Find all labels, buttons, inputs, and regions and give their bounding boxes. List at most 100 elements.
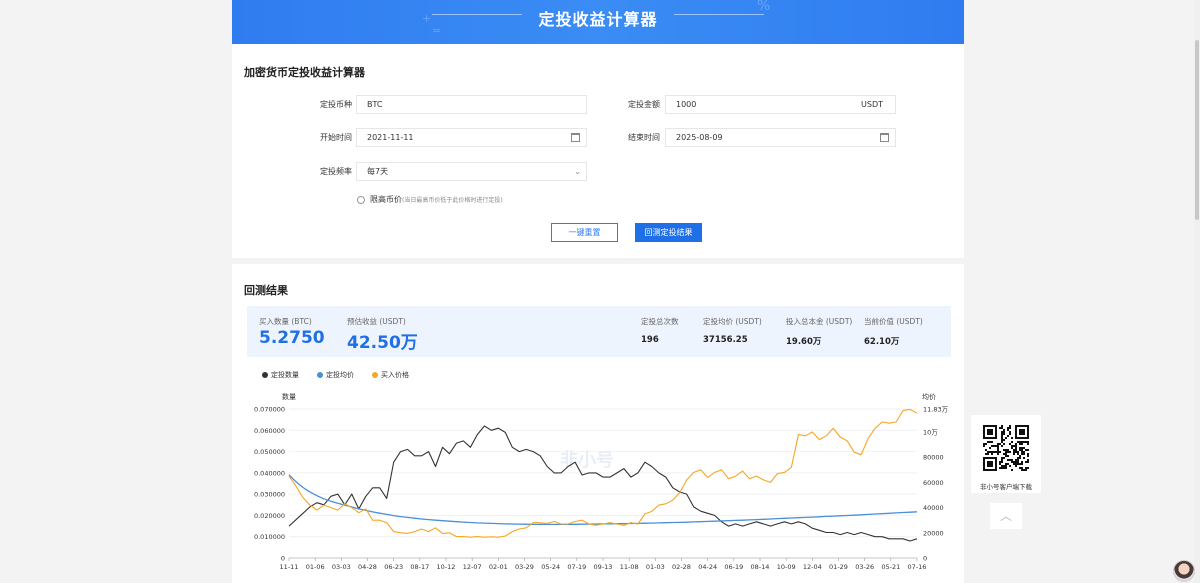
reset-button[interactable]: 一键重置 bbox=[551, 223, 618, 242]
qr-module bbox=[991, 445, 993, 447]
chart-watermark: 非小号 bbox=[560, 449, 614, 471]
qr-module bbox=[997, 443, 999, 445]
qr-module bbox=[997, 451, 999, 453]
x-tick-label: 01-03 bbox=[646, 563, 665, 571]
qr-module bbox=[1025, 449, 1027, 451]
qr-module bbox=[1021, 453, 1023, 455]
qr-module bbox=[1013, 445, 1015, 447]
qr-module bbox=[1005, 449, 1007, 451]
end-label: 结束时间 bbox=[628, 133, 660, 142]
freq-select[interactable]: 每7天 ⌄ bbox=[356, 162, 587, 181]
qr-finder-core bbox=[987, 461, 993, 467]
x-tick-label: 07-16 bbox=[908, 563, 927, 571]
qr-module bbox=[989, 441, 991, 443]
qr-module bbox=[999, 427, 1001, 429]
qr-module bbox=[999, 451, 1001, 453]
coin-input[interactable]: BTC bbox=[356, 95, 587, 114]
page-scrollbar[interactable] bbox=[1194, 0, 1200, 583]
x-tick-label: 08-17 bbox=[410, 563, 429, 571]
calendar-icon[interactable] bbox=[880, 133, 889, 142]
qr-module bbox=[1007, 451, 1009, 453]
qr-finder-core bbox=[1019, 429, 1025, 435]
y-left-axis-label: 数量 bbox=[282, 392, 296, 401]
qr-module bbox=[1023, 453, 1025, 455]
qr-module bbox=[1019, 455, 1021, 457]
qr-module bbox=[989, 447, 991, 449]
qr-module bbox=[985, 443, 987, 445]
banner-title: 定投收益计算器 bbox=[538, 10, 658, 29]
qr-module bbox=[995, 451, 997, 453]
qr-module bbox=[1009, 465, 1011, 467]
qr-module bbox=[1027, 461, 1029, 463]
qr-module bbox=[1003, 443, 1005, 445]
qr-module bbox=[1017, 461, 1019, 463]
qr-module bbox=[1017, 463, 1019, 465]
qr-module bbox=[1025, 461, 1027, 463]
scrollbar-thumb[interactable] bbox=[1195, 40, 1199, 220]
qr-module bbox=[1015, 451, 1017, 453]
qr-module bbox=[987, 451, 989, 453]
avatar[interactable] bbox=[1173, 560, 1195, 582]
qr-module bbox=[991, 453, 993, 455]
qr-module bbox=[1019, 441, 1021, 443]
qr-module bbox=[1001, 457, 1003, 459]
qr-module bbox=[1015, 449, 1017, 451]
backtest-button[interactable]: 回测定投结果 bbox=[635, 223, 702, 242]
qr-code-icon bbox=[983, 425, 1029, 471]
qr-module bbox=[1023, 441, 1025, 443]
qr-module bbox=[997, 447, 999, 449]
limit-price-label[interactable]: 限高币价(当日最高币价低于此价格时进行定投) bbox=[370, 194, 503, 205]
qr-module bbox=[1009, 459, 1011, 461]
qr-module bbox=[987, 441, 989, 443]
coin-value: BTC bbox=[367, 100, 383, 109]
y-left-tick-label: 0.040000 bbox=[254, 469, 285, 477]
x-tick-label: 04-28 bbox=[358, 563, 377, 571]
qr-module bbox=[1005, 467, 1007, 469]
qr-module bbox=[1007, 435, 1009, 437]
qr-module bbox=[1001, 435, 1003, 437]
qr-module bbox=[1017, 441, 1019, 443]
qr-module bbox=[1005, 463, 1007, 465]
qr-module bbox=[1009, 427, 1011, 429]
qr-module bbox=[1003, 431, 1005, 433]
qr-module bbox=[1001, 459, 1003, 461]
qr-module bbox=[1003, 457, 1005, 459]
qr-module bbox=[1001, 425, 1003, 427]
qr-module bbox=[983, 443, 985, 445]
banner: + = % 定投收益计算器 bbox=[232, 0, 964, 44]
qr-module bbox=[1019, 449, 1021, 451]
qr-module bbox=[1003, 433, 1005, 435]
y-right-tick-label: 60000 bbox=[923, 479, 944, 487]
qr-module bbox=[1005, 451, 1007, 453]
qr-module bbox=[1019, 467, 1021, 469]
x-tick-label: 07-19 bbox=[567, 563, 586, 571]
calendar-icon[interactable] bbox=[571, 133, 580, 142]
limit-label-text: 限高币价 bbox=[370, 195, 402, 204]
qr-module bbox=[1009, 451, 1011, 453]
x-tick-label: 05-24 bbox=[541, 563, 560, 571]
avg-series-line bbox=[288, 474, 918, 526]
amount-input[interactable]: 1000 USDT bbox=[665, 95, 896, 114]
qr-finder-core bbox=[987, 429, 993, 435]
qr-module bbox=[1003, 453, 1005, 455]
qr-module bbox=[1013, 451, 1015, 453]
app-download-qr[interactable]: 非小号客户端下载 bbox=[971, 415, 1041, 493]
x-tick-label: 02-28 bbox=[672, 563, 691, 571]
qr-module bbox=[1027, 455, 1029, 457]
start-date-input[interactable]: 2021-11-11 bbox=[356, 128, 587, 147]
qr-module bbox=[999, 467, 1001, 469]
qr-module bbox=[1011, 441, 1013, 443]
qr-module bbox=[1005, 437, 1007, 439]
end-date-input[interactable]: 2025-08-09 bbox=[665, 128, 896, 147]
back-to-top-button[interactable]: ︿ bbox=[990, 503, 1022, 529]
qr-module bbox=[1019, 463, 1021, 465]
limit-price-radio[interactable] bbox=[357, 196, 365, 204]
qr-module bbox=[987, 453, 989, 455]
qr-module bbox=[1013, 461, 1015, 463]
qr-module bbox=[1003, 439, 1005, 441]
qr-module bbox=[1007, 427, 1009, 429]
x-tick-label: 09-13 bbox=[594, 563, 613, 571]
qr-module bbox=[1021, 463, 1023, 465]
qr-module bbox=[1001, 467, 1003, 469]
x-tick-label: 04-24 bbox=[698, 563, 717, 571]
